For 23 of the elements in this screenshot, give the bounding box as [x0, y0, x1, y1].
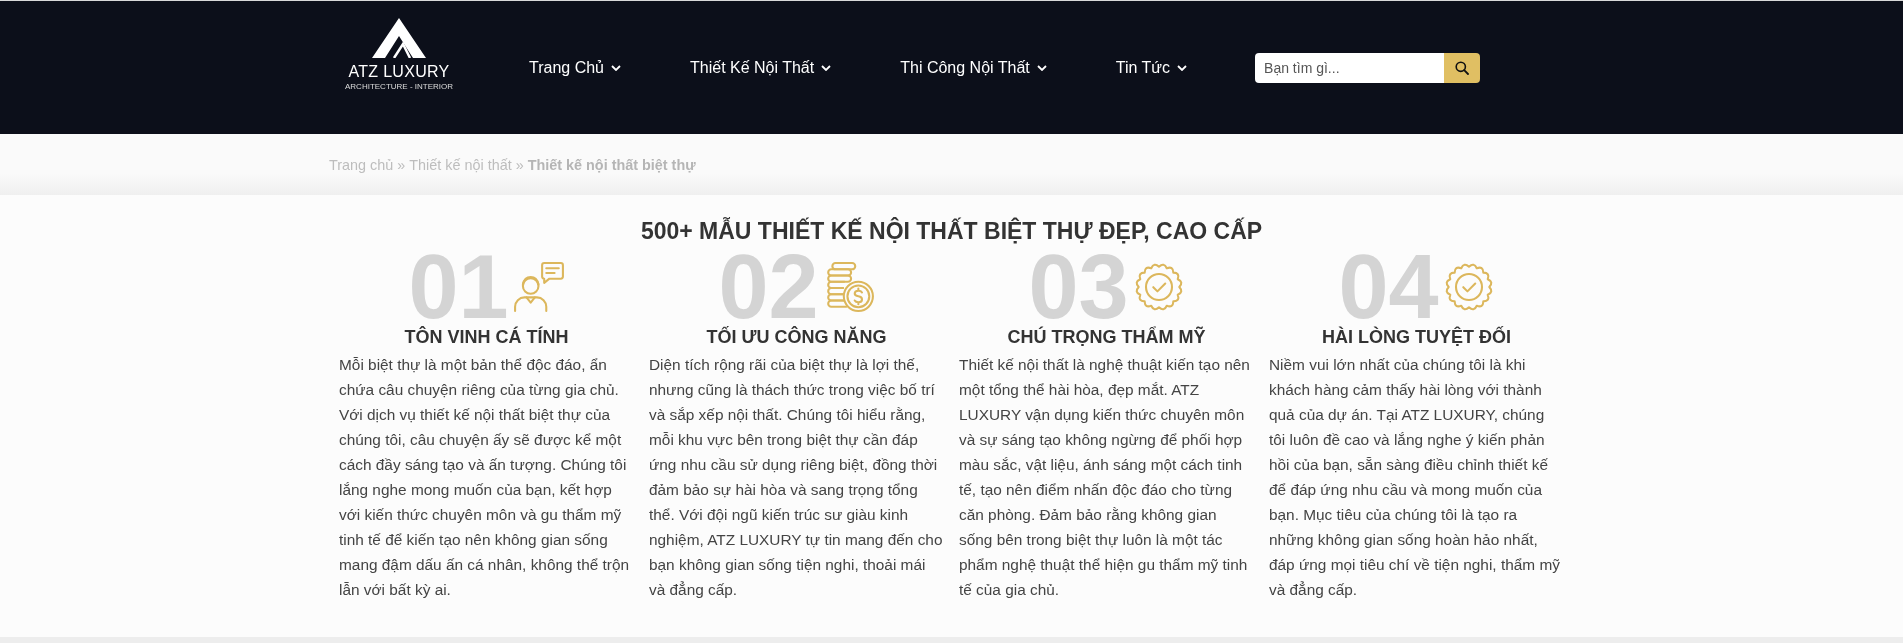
feature-description: Diện tích rộng rãi của biệt thự là lợi thế, nhưng cũng là thách thức trong việc bố trí và sắp xếp nội thất. Chúng tôi hiểu rằng, mỗi khu vực bên trong biệt thự cần đáp ứng nhu cầu sử dụng riêng biệt, đồng thời đảm bảo sự hài hòa và sang trọng tổng thể. Với đội ngũ kiến trúc sư giàu kinh nghiệm, ATZ LUXURY tự tin mang đến cho bạn không gian sống tiện nghi, thoải mái và đẳng cấp. — [649, 355, 944, 600]
section-title: 500+ MẪU THIẾT KẾ NỘI THẤT BIỆT THỰ ĐẸP, CAO CẤP — [639, 218, 1264, 244]
feature-title: TÔN VINH CÁ TÍNH — [403, 325, 570, 349]
search-icon — [1455, 60, 1470, 75]
feature-description: Thiết kế nội thất là nghệ thuật kiến tạo nên một tổng thể hài hòa, đẹp mắt. ATZ LUXURY vận dụng kiến thức chuyên môn và sự sáng tạo không ngừng để phối hợp màu sắc, vật liệu, ánh sáng một cách tinh tế, tạo nên điểm nhấn độc đáo cho từng căn phòng. Đảm bảo rằng không gian sống bên trong biệt thự luôn là một tác phẩm nghệ thuật thể hiện gu thẩm mỹ tinh tế của gia chủ. — [959, 355, 1251, 600]
feature-title: HÀI LÒNG TUYỆT ĐỐI — [1321, 325, 1512, 349]
logo-tagline: ARCHITECTURE - INTERIOR — [345, 82, 453, 92]
search-field[interactable]: Bạn tìm gì... — [1255, 52, 1445, 83]
search-button[interactable] — [1444, 52, 1481, 83]
breadcrumb-current: Thiết kế nội thất biệt thự — [527, 156, 696, 173]
feature-description: Mỗi biệt thự là một bản thể độc đáo, ẩn chứa câu chuyện riêng của từng gia chủ. Với dịch vụ thiết kế nội thất biệt thự của chúng tôi, câu chuyện ấy sẽ được kể một cách đầy sáng tạo và ấn tượng. Chúng tôi lắng nghe mong muốn của bạn, kết hợp với kiến thức chuyên môn và gu thẩm mỹ tinh tế để kiến tạo nên không gian sống mang đậm dấu ấn cá nhân, không thể trộn lẫn với bất kỳ ai. — [339, 355, 631, 600]
triangle-logo-icon[interactable] — [372, 18, 426, 58]
nav-menu-item[interactable]: Trang Chủ — [529, 57, 621, 78]
nav-menu-item[interactable]: Thi Công Nội Thất — [900, 57, 1047, 78]
feature-description: Niềm vui lớn nhất của chúng tôi là khi khách hàng cảm thấy hài lòng với thành quả của dự án. Tại ATZ LUXURY, chúng tôi luôn đề cao và lắng nghe ý kiến phản hồi của bạn, sẵn sàng điều chỉnh thiết kế để đáp ứng nhu cầu và mong muốn của bạn. Mục tiêu của chúng tôi là tạo ra những không gian sống hoàn hảo nhất, đáp ứng mọi tiêu chí về tiện nghi, thẩm mỹ và đẳng cấp. — [1269, 355, 1561, 600]
nav-menu-item[interactable]: Tin Tức — [1115, 57, 1188, 78]
feature-title: CHÚ TRỌNG THẨM MỸ — [1006, 325, 1207, 349]
logo-name: ATZ LUXURY — [348, 63, 450, 81]
feature-title: TỐI ƯU CÔNG NĂNG — [705, 325, 888, 349]
person-speech-bubble-icon — [512, 261, 565, 313]
nav-menu-item[interactable]: Thiết Kế Nội Thất — [690, 57, 832, 78]
breadcrumb-separator: » — [515, 156, 524, 173]
breadcrumb-separator: » — [397, 156, 406, 173]
